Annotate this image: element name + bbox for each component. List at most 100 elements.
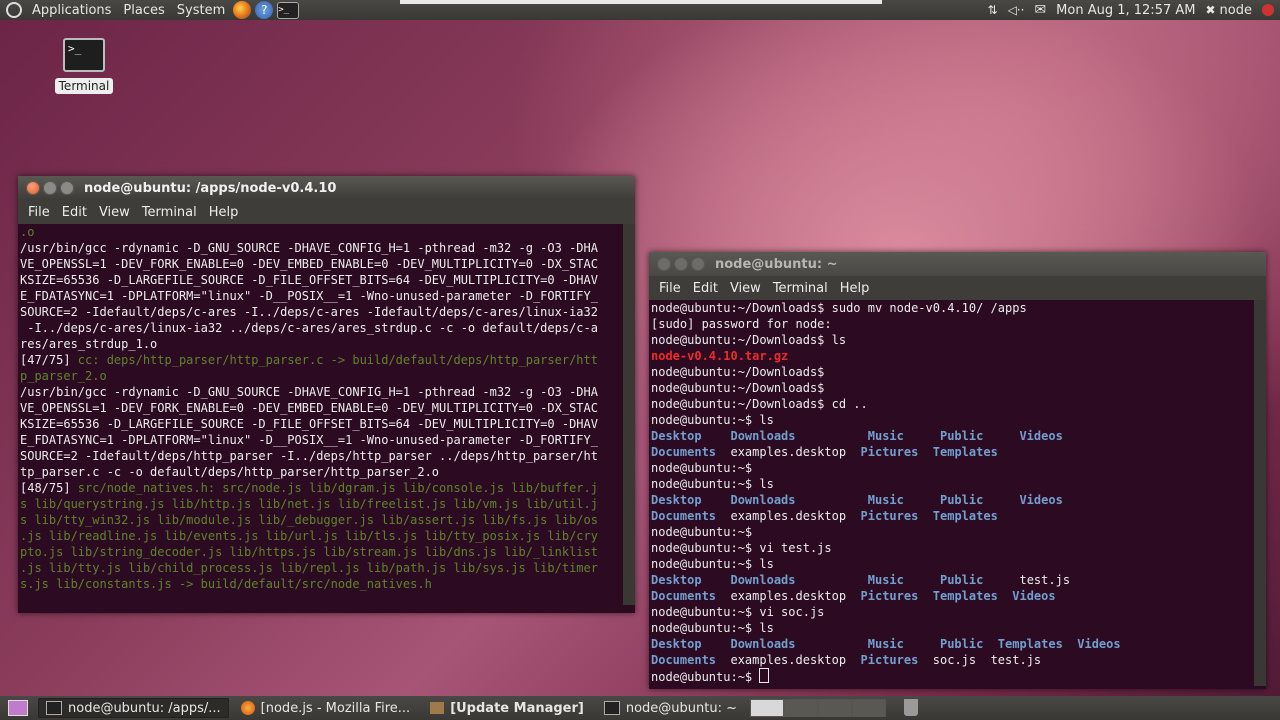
clock[interactable]: Mon Aug 1, 12:57 AM [1056,3,1195,18]
terminal-line: KSIZE=65536 -D_LARGEFILE_SOURCE -D_FILE_… [20,417,598,431]
ubuntu-logo-icon[interactable] [6,2,22,18]
terminal-line: pto.js lib/string_decoder.js lib/https.j… [20,545,598,559]
terminal-text: node@ubuntu:~$ [651,670,760,684]
terminal-line: node@ubuntu:~$ ls [651,556,1252,572]
terminal-text: node@ubuntu:~$ ls [651,477,774,491]
terminal-line: node-v0.4.10.tar.gz [651,348,1252,364]
terminal-text: node@ubuntu:~/Downloads$ sudo mv node-v0… [651,301,1027,315]
text-cursor [759,668,770,683]
menu-view[interactable]: View [724,281,767,296]
terminal-text: Documents [651,509,717,523]
task-firefox[interactable]: [node.js - Mozilla Fire... [233,698,419,718]
terminal-text: node@ubuntu:~/Downloads$ [651,365,825,379]
mail-icon[interactable]: ✉ [1034,2,1046,18]
desktop-terminal-shortcut[interactable]: >_ Terminal [52,38,116,94]
terminal-line: node@ubuntu:~$ [651,460,1252,476]
workspace-4[interactable] [852,699,886,717]
task-terminal-build[interactable]: node@ubuntu: /apps/... [38,698,229,718]
terminal-text: Desktop Downloads Music Public [651,573,1020,587]
applications-menu[interactable]: Applications [26,3,117,18]
minimize-icon[interactable] [674,257,688,271]
terminal-text: examples.desktop [716,509,861,523]
window-titlebar[interactable]: node@ubuntu: ~ [649,252,1266,276]
system-menu[interactable]: System [171,3,231,18]
terminal-line: [47/75] cc: deps/http_parser/http_parser… [20,352,621,368]
terminal-line: node@ubuntu:~/Downloads$ [651,364,1252,380]
window-title: node@ubuntu: ~ [715,256,838,272]
maximize-icon[interactable] [60,181,74,195]
terminal-line: Documents examples.desktop Pictures Temp… [651,588,1252,604]
window-title: node@ubuntu: /apps/node-v0.4.10 [84,180,337,196]
close-icon[interactable] [657,257,671,271]
terminal-text: examples.desktop [716,445,861,459]
terminal-text: Documents [651,589,717,603]
menu-view[interactable]: View [93,205,136,220]
terminal-line: node@ubuntu:~$ ls [651,476,1252,492]
task-update-manager[interactable]: [Update Manager] [422,698,592,718]
trash-icon[interactable] [904,699,918,716]
firefox-icon[interactable] [233,1,252,19]
menubar: File Edit View Terminal Help [18,200,635,224]
top-panel: Applications Places System ? >_ ⇅ ◁·· ✉ … [0,0,1280,20]
terminal-text: node@ubuntu:~$ ls [651,621,774,635]
terminal-output[interactable]: .o/usr/bin/gcc -rdynamic -D_GNU_SOURCE -… [18,224,623,605]
terminal-line: /usr/bin/gcc -rdynamic -D_GNU_SOURCE -DH… [20,241,598,255]
menu-terminal[interactable]: Terminal [767,281,834,296]
terminal-text: Documents [651,653,717,667]
terminal-line: node@ubuntu:~$ ls [651,412,1252,428]
menu-help[interactable]: Help [203,205,245,220]
scrollbar[interactable] [1254,300,1266,686]
terminal-line: s lib/querystring.js lib/http.js lib/net… [20,497,598,511]
terminal-line: p_parser_2.o [20,369,107,383]
window-titlebar[interactable]: node@ubuntu: /apps/node-v0.4.10 [18,176,635,200]
terminal-line: -I../deps/c-ares/linux-ia32 ../deps/c-ar… [20,321,598,335]
terminal-line: Documents examples.desktop Pictures Temp… [651,444,1252,460]
menu-edit[interactable]: Edit [687,281,724,296]
workspace-1[interactable] [750,699,784,717]
help-icon[interactable]: ? [255,1,274,19]
scrollbar[interactable] [623,224,635,605]
terminal-text: Documents [651,445,717,459]
network-icon[interactable]: ⇅ [988,3,998,17]
terminal-line: node@ubuntu:~/Downloads$ ls [651,332,1252,348]
menu-file[interactable]: File [22,205,56,220]
task-label: node@ubuntu: ~ [625,700,737,716]
workspace-switcher[interactable] [750,699,886,717]
terminal-text: node@ubuntu:~$ [651,461,753,475]
terminal-line: res/ares_strdup_1.o [20,337,158,351]
terminal-line: E_FDATASYNC=1 -DPLATFORM="linux" -D__POS… [20,433,598,447]
power-icon[interactable] [1262,4,1274,16]
task-label: [Update Manager] [450,700,584,716]
terminal-output[interactable]: node@ubuntu:~/Downloads$ sudo mv node-v0… [649,300,1254,686]
close-icon[interactable] [26,181,40,195]
workspace-2[interactable] [784,699,818,717]
places-menu[interactable]: Places [117,3,170,18]
terminal-line: .js lib/readline.js lib/events.js lib/ur… [20,529,598,543]
volume-icon[interactable]: ◁·· [1008,3,1025,17]
terminal-text: node@ubuntu:~$ ls [651,413,774,427]
maximize-icon[interactable] [691,257,705,271]
user-menu[interactable]: ✖ node [1205,3,1252,18]
user-icon: ✖ [1205,3,1216,17]
menubar: File Edit View Terminal Help [649,276,1266,300]
terminal-launcher-icon[interactable]: >_ [277,1,300,19]
update-icon [430,702,445,714]
task-terminal-home[interactable]: node@ubuntu: ~ [596,698,745,718]
terminal-line: VE_OPENSSL=1 -DEV_FORK_ENABLE=0 -DEV_EMB… [20,401,598,415]
terminal-line: node@ubuntu:~$ ls [651,620,1252,636]
workspace-3[interactable] [818,699,852,717]
task-label: [node.js - Mozilla Fire... [260,700,411,716]
menu-edit[interactable]: Edit [56,205,93,220]
show-desktop-icon[interactable] [8,700,28,716]
terminal-line: s.js lib/constants.js -> build/default/s… [20,577,432,591]
terminal-window-build[interactable]: node@ubuntu: /apps/node-v0.4.10 File Edi… [18,176,635,613]
menu-help[interactable]: Help [834,281,876,296]
user-name: node [1219,2,1252,18]
menu-file[interactable]: File [653,281,687,296]
terminal-line: .o [20,225,35,239]
menu-terminal[interactable]: Terminal [136,205,203,220]
terminal-text: node@ubuntu:~$ vi soc.js [651,605,825,619]
minimize-icon[interactable] [43,181,57,195]
terminal-window-home[interactable]: node@ubuntu: ~ File Edit View Terminal H… [649,252,1266,689]
terminal-line: node@ubuntu:~$ vi test.js [651,540,1252,556]
